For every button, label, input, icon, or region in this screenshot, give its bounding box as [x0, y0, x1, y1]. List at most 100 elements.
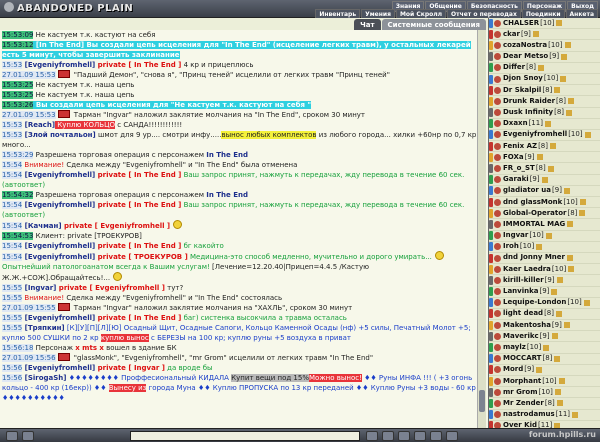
- info-icon[interactable]: [579, 210, 586, 217]
- user-name[interactable]: maylz: [503, 342, 526, 353]
- message-time[interactable]: 27.01.09 15:53: [2, 71, 56, 79]
- user-name[interactable]: Djon Snoy: [503, 73, 543, 84]
- user-list-item[interactable]: Over Kid [11]: [489, 421, 600, 428]
- user-list-item[interactable]: Djon Snoy [10]: [489, 73, 600, 86]
- info-icon[interactable]: [560, 76, 567, 83]
- user-name[interactable]: Makentosha: [503, 320, 551, 331]
- info-icon[interactable]: [556, 20, 563, 27]
- message-time[interactable]: 27.01.09 15:53: [2, 111, 56, 119]
- user-name[interactable]: Differ: [503, 62, 525, 73]
- user-list-item[interactable]: cozaNostra [10]: [489, 40, 600, 52]
- info-icon[interactable]: [584, 131, 591, 138]
- user-name[interactable]: FOXa: [503, 152, 524, 163]
- user-name[interactable]: Lanvinka: [503, 286, 539, 297]
- user-name[interactable]: Evgeniyfromhell: [503, 129, 567, 140]
- info-icon[interactable]: [536, 243, 543, 250]
- user-list-item[interactable]: Global-Operator [8]: [489, 208, 600, 220]
- message-time[interactable]: 27.01.09 15:56: [2, 354, 56, 362]
- info-icon[interactable]: [536, 154, 543, 161]
- user-name[interactable]: Iroh: [503, 241, 519, 252]
- info-icon[interactable]: [568, 266, 575, 273]
- user-list-item[interactable]: Kaer Laedra [10]: [489, 264, 600, 276]
- message-time[interactable]: 15:55: [2, 324, 23, 332]
- user-name[interactable]: Mr Zender: [503, 398, 544, 409]
- user-name[interactable]: Fenix AZ: [503, 141, 537, 152]
- info-icon[interactable]: [551, 333, 558, 340]
- info-icon[interactable]: [563, 187, 570, 194]
- user-list-item[interactable]: dnd Jonny Mner: [489, 252, 600, 265]
- translit-icon[interactable]: [414, 431, 426, 441]
- message-time[interactable]: 15:55: [2, 294, 23, 302]
- info-icon[interactable]: [545, 232, 552, 239]
- message-time[interactable]: 15:54:53: [2, 232, 34, 240]
- message-time[interactable]: 15:53: [2, 121, 23, 129]
- message-time[interactable]: 15:53:26: [2, 101, 34, 109]
- user-name[interactable]: cozaNostra: [503, 40, 547, 51]
- user-name[interactable]: Dusk Infinity: [503, 107, 553, 118]
- info-icon[interactable]: [550, 143, 556, 150]
- user-list-item[interactable]: Makentosha [9]: [489, 320, 600, 332]
- info-icon[interactable]: [554, 355, 561, 362]
- info-icon[interactable]: [538, 64, 545, 71]
- user-name[interactable]: gladiator ua: [503, 185, 551, 196]
- user-list-item[interactable]: Differ [8]: [489, 63, 600, 74]
- message-time[interactable]: 15:53:09: [2, 31, 34, 39]
- info-icon[interactable]: [541, 176, 548, 183]
- user-name[interactable]: kirill-killer: [503, 275, 544, 286]
- info-icon[interactable]: [558, 378, 565, 385]
- user-list-item[interactable]: Dear Metso [9]: [489, 52, 600, 63]
- message-time[interactable]: 15:54: [2, 201, 23, 209]
- chat-scrollbar[interactable]: [477, 30, 486, 428]
- user-list-item[interactable]: Ingvar [10]: [489, 231, 600, 242]
- user-name[interactable]: FR_o_ST: [503, 163, 535, 174]
- message-time[interactable]: 15:55: [2, 314, 23, 322]
- user-list-item[interactable]: Evgeniyfromhell [10]: [489, 129, 600, 142]
- user-name[interactable]: Dr Skalpil: [503, 85, 541, 96]
- user-name[interactable]: dnd Jonny Mner: [503, 252, 565, 263]
- send-icon[interactable]: [366, 431, 378, 441]
- settings-icon[interactable]: [6, 431, 18, 441]
- user-name[interactable]: Over Kid: [503, 420, 537, 428]
- info-icon[interactable]: [554, 389, 561, 396]
- user-name[interactable]: Ingvar: [503, 230, 528, 241]
- user-name[interactable]: light dead: [503, 308, 543, 319]
- message-time[interactable]: 15:53: [2, 61, 23, 69]
- user-list-item[interactable]: maylz [10]: [489, 342, 600, 354]
- chat-input[interactable]: [130, 431, 360, 441]
- user-name[interactable]: nastrodamus: [503, 409, 555, 420]
- info-icon[interactable]: [564, 42, 571, 49]
- user-name[interactable]: Morphant: [503, 376, 541, 387]
- user-list-item[interactable]: light dead [8]: [489, 308, 600, 321]
- info-icon[interactable]: [556, 310, 562, 317]
- info-icon[interactable]: [572, 411, 579, 418]
- user-list-item[interactable]: Maverikc [9]: [489, 331, 600, 343]
- info-icon[interactable]: [566, 109, 573, 116]
- message-time[interactable]: 15:53:12: [2, 41, 34, 49]
- user-list-item[interactable]: FR_o_ST [8]: [489, 163, 600, 175]
- smile-icon[interactable]: [22, 431, 34, 441]
- message-time[interactable]: 15:53:25: [2, 91, 34, 99]
- user-list-item[interactable]: Garaki [9]: [489, 175, 600, 186]
- user-name[interactable]: Mord: [503, 364, 523, 375]
- filter-icon[interactable]: [398, 431, 410, 441]
- info-icon[interactable]: [544, 120, 551, 127]
- message-time[interactable]: 15:54: [2, 222, 23, 230]
- user-name[interactable]: Drunk Raider: [503, 96, 555, 107]
- message-time[interactable]: 15:53: [2, 131, 23, 139]
- message-time[interactable]: 15:53:29: [2, 151, 34, 159]
- info-icon[interactable]: [583, 299, 590, 306]
- user-name[interactable]: Garaki: [503, 174, 529, 185]
- user-name[interactable]: Maverikc: [503, 331, 539, 342]
- user-name[interactable]: CHALSER: [503, 18, 539, 29]
- info-icon[interactable]: [532, 31, 539, 38]
- clear-icon[interactable]: [382, 431, 394, 441]
- message-time[interactable]: 15:55: [2, 284, 23, 292]
- user-list-item[interactable]: dnd glassMonk [10]: [489, 197, 600, 209]
- user-name[interactable]: mr Grom: [503, 387, 537, 398]
- user-list-item[interactable]: MOCCART [8]: [489, 354, 600, 365]
- info-icon[interactable]: [567, 221, 574, 228]
- user-name[interactable]: Global-Operator: [503, 208, 567, 219]
- user-list-item[interactable]: kirill-killer [9]: [489, 275, 600, 287]
- scroll-thumb[interactable]: [479, 390, 485, 412]
- user-name[interactable]: Lequipe-London: [503, 297, 566, 308]
